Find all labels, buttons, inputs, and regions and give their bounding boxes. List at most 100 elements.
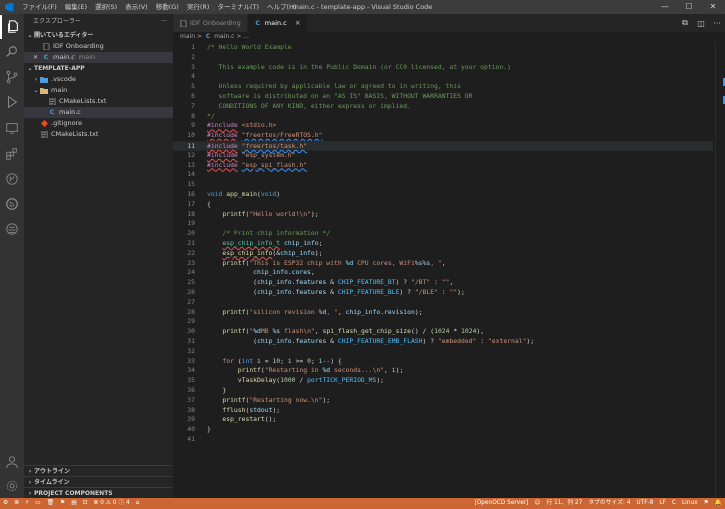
code-line[interactable]: 40} [173,425,713,435]
terminal-icon[interactable]: ▤ [68,498,79,509]
tree-item[interactable]: ⌄ main [24,85,173,96]
tree-item[interactable]: CMakeLists.txt [24,129,173,140]
language-mode[interactable]: C [669,498,679,509]
editor-scrollbar[interactable] [715,42,725,498]
manage-gear-icon[interactable] [0,474,24,498]
code-line[interactable]: 4 [173,72,713,82]
menu-item[interactable]: 移動(G) [152,0,183,14]
code-line[interactable]: 16 void app_main(void) [173,190,713,200]
code-line[interactable]: 14 [173,170,713,180]
code-line[interactable]: 37 printf("Restarting now.\n"); [173,396,713,406]
code-line[interactable]: 5 Unless required by applicable law or a… [173,82,713,92]
tab-size[interactable]: タブのサイズ: 4 [585,498,633,509]
code-line[interactable]: 11 #include "freertos/task.h" [173,141,713,151]
idf-settings-icon[interactable]: ⚙ [0,498,11,509]
files-icon[interactable] [0,15,24,39]
tree-item[interactable]: .gitignore [24,118,173,129]
code-line[interactable]: 12 #include "esp_system.h" [173,151,713,161]
platformio-icon[interactable] [0,217,24,241]
code-line[interactable]: 10 #include "freertos/FreeRTOS.h" [173,131,713,141]
breadcrumb-file[interactable]: main.c [214,33,234,40]
code-line[interactable]: 2 [173,53,713,63]
git-graph-icon[interactable] [0,167,24,191]
open-changes-icon[interactable]: ⧉ [677,18,693,28]
code-line[interactable]: 38 fflush(stdout); [173,406,713,416]
code-line[interactable]: 35 vTaskDelay(1000 / portTICK_PERIOD_MS)… [173,376,713,386]
source-control-icon[interactable] [0,65,24,89]
menu-item[interactable]: ファイル(F) [18,0,61,14]
espressif-icon[interactable] [0,192,24,216]
run-debug-icon[interactable] [0,90,24,114]
code-line[interactable]: 25 (chip_info.features & CHIP_FEATURE_BT… [173,278,713,288]
code-line[interactable]: 22 esp_chip_info(&chip_info); [173,249,713,259]
explorer-more-button[interactable]: ··· [161,14,167,30]
bottom-section-header[interactable]: › PROJECT COMPONENTS [24,487,173,498]
config-icon[interactable]: ⊡ [80,498,91,509]
notifications-bell-icon[interactable]: ⚑ [701,498,712,509]
idf-target-icon[interactable]: ⊗ [11,498,22,509]
tree-item[interactable]: CMakeLists.txt [24,96,173,107]
split-editor-icon[interactable]: ◫ [693,19,709,28]
minimize-button[interactable]: — [653,0,677,14]
tab[interactable]: Cmain.c × [247,14,308,32]
code-line[interactable]: 31 (chip_info.features & CHIP_FEATURE_EM… [173,337,713,347]
build-icon[interactable]: ⚑ [57,498,68,509]
code-line[interactable]: 3 This example code is in the Public Dom… [173,63,713,73]
breadcrumb-tail[interactable]: > ... [236,33,249,40]
bottom-section-header[interactable]: › タイムライン [24,476,173,487]
code-line[interactable]: 15 [173,180,713,190]
bottom-section-header[interactable]: › アウトライン [24,465,173,476]
open-editor-item[interactable]: IDF Onboarding [24,41,173,52]
menu-item[interactable]: 編集(E) [61,0,91,14]
code-line[interactable]: 21 esp_chip_info_t chip_info; [173,239,713,249]
tab-close-icon[interactable]: × [295,19,301,27]
flash-icon[interactable]: ⚡ [22,498,32,509]
code-line[interactable]: 36 } [173,386,713,396]
code-line[interactable]: 18 printf("Hello world!\n"); [173,210,713,220]
maximize-button[interactable]: ☐ [677,0,701,14]
code-line[interactable]: 28 printf("silicon revision %d, ", chip_… [173,308,713,318]
home-icon[interactable]: ⌂ [133,498,143,509]
feedback-icon[interactable]: ☺ [531,498,543,509]
openocd-server-item[interactable]: [OpenOCD Server] [471,498,531,509]
code-line[interactable]: 34 printf("Restarting in %d seconds...\n… [173,366,713,376]
tree-item[interactable]: Cmain.c [24,107,173,118]
code-line[interactable]: 41 [173,435,713,445]
code-line[interactable]: 29 [173,317,713,327]
open-editor-item[interactable]: ✕ Cmain.c main [24,52,173,63]
account-icon[interactable] [0,450,24,474]
code-line[interactable]: 27 [173,298,713,308]
code-line[interactable]: 7 CONDITIONS OF ANY KIND, either express… [173,102,713,112]
menu-item[interactable]: ヘルプ(H) [263,0,300,14]
tree-item[interactable]: › .vscode [24,74,173,85]
menu-item[interactable]: ターミナル(T) [213,0,263,14]
code-line[interactable]: 1 /* Hello World Example [173,43,713,53]
clean-icon[interactable]: 🗑 [44,498,57,509]
code-line[interactable]: 30 printf("%dMB %s flash\n", spi_flash_g… [173,327,713,337]
menu-item[interactable]: 表示(V) [121,0,152,14]
code-line[interactable]: 6 software is distributed on an "AS IS" … [173,92,713,102]
code-line[interactable]: 8 */ [173,112,713,122]
tab[interactable]: IDF Onboarding [173,14,248,32]
code-line[interactable]: 20 /* Print chip information */ [173,229,713,239]
code-line[interactable]: 13 #include "esp_spi_flash.h" [173,161,713,171]
problems-counter[interactable]: ⊗ 0 ⚠ 0 ⓘ 4 [91,498,133,509]
code-line[interactable]: 33 for (int i = 10; i >= 0; i--) { [173,357,713,367]
search-icon[interactable] [0,40,24,64]
encoding[interactable]: UTF-8 [633,498,656,509]
code-line[interactable]: 9 #include <stdio.h> [173,121,713,131]
extensions-icon[interactable] [0,142,24,166]
bell-icon[interactable]: 🔔 [712,498,725,509]
platform[interactable]: Linux [679,498,701,509]
breadcrumb-folder[interactable]: main [180,33,195,40]
code-editor[interactable]: 1/* Hello World Example 2 3 This example c… [173,42,725,498]
code-line[interactable]: 26 (chip_info.features & CHIP_FEATURE_BL… [173,288,713,298]
code-line[interactable]: 32 [173,347,713,357]
remote-explorer-icon[interactable] [0,116,24,140]
close-button[interactable]: ✕ [701,0,725,14]
cursor-position[interactable]: 行 11、列 27 [543,498,585,509]
code-line[interactable]: 19 [173,219,713,229]
open-editors-header[interactable]: ⌄ 開いているエディター [24,30,173,41]
code-line[interactable]: 24 chip_info.cores, [173,268,713,278]
code-line[interactable]: 39 esp_restart(); [173,415,713,425]
